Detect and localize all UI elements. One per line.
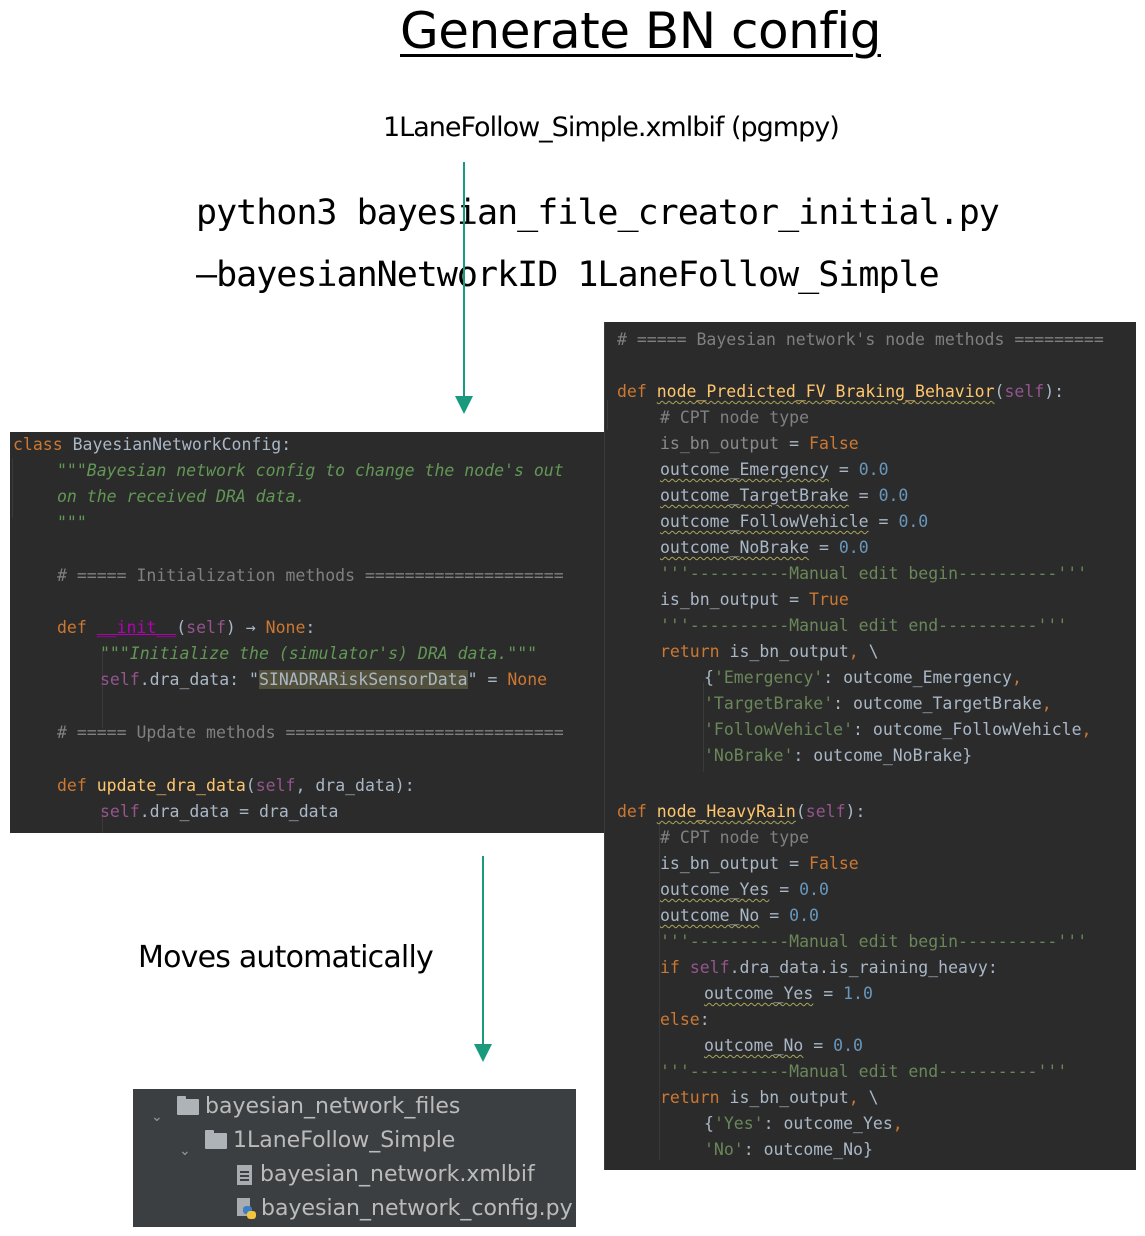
code-line: '''----------Manual edit begin----------… <box>660 932 1088 951</box>
tree-item-bayesian-network-config-py[interactable]: bayesian_network_config.py <box>237 1192 573 1226</box>
tree-item-label: 1LaneFollow_Simple <box>233 1128 456 1153</box>
code-line: is_bn_output = False <box>660 434 859 453</box>
code-line: {'Emergency': outcome_Emergency, <box>704 668 1022 687</box>
project-file-tree: ⌄ bayesian_network_files ⌄ 1LaneFollow_S… <box>133 1089 576 1227</box>
diagram-title: Generate BN config <box>400 2 882 60</box>
command-line-1: python3 bayesian_file_creator_initial.py <box>196 193 1000 233</box>
code-line: return is_bn_output, \ <box>660 642 879 661</box>
tree-item-label: bayesian_network_files <box>205 1094 461 1119</box>
code-line: outcome_Yes = 0.0 <box>660 880 829 899</box>
code-line: # ===== Initialization methods =========… <box>57 566 564 585</box>
code-line: """Initialize the (simulator's) DRA data… <box>100 644 538 663</box>
code-line: self.dra_data = dra_data <box>100 802 339 821</box>
code-line: def node_HeavyRain(self): <box>617 802 866 821</box>
code-line: """Bayesian network config to change the… <box>57 461 564 480</box>
code-line: '''----------Manual edit end----------''… <box>660 616 1068 635</box>
code-line: 'FollowVehicle': outcome_FollowVehicle, <box>704 720 1092 739</box>
code-line: self.dra_data: "SINADRARiskSensorData" =… <box>100 670 548 689</box>
code-line: class BayesianNetworkConfig: <box>13 435 292 454</box>
code-line: outcome_No = 0.0 <box>704 1036 863 1055</box>
tree-item-bayesian-network-files[interactable]: ⌄ bayesian_network_files <box>151 1090 461 1125</box>
code-line: def update_dra_data(self, dra_data): <box>57 776 415 795</box>
code-line: '''----------Manual edit begin----------… <box>660 564 1088 583</box>
code-line: 'NoBrake': outcome_NoBrake} <box>704 746 973 765</box>
arrow-head <box>474 1044 492 1062</box>
arrow-shaft <box>482 856 484 1046</box>
command-line-2: –bayesianNetworkID 1LaneFollow_Simple <box>196 255 940 295</box>
code-line: 'TargetBrake': outcome_TargetBrake, <box>704 694 1052 713</box>
arrow-shaft <box>463 162 465 398</box>
code-line: def __init__(self) → None: <box>57 618 316 637</box>
moves-automatically-label: Moves automatically <box>138 940 434 975</box>
code-line: else: <box>660 1010 710 1029</box>
code-line: outcome_Emergency = 0.0 <box>660 460 889 479</box>
code-line: is_bn_output = False <box>660 854 859 873</box>
code-line: outcome_No = 0.0 <box>660 906 819 925</box>
code-line: # CPT node type <box>660 828 810 847</box>
tree-item-label: bayesian_network.xmlbif <box>260 1162 535 1187</box>
code-line: 'No': outcome_No} <box>704 1140 873 1159</box>
code-line: """ <box>57 513 87 532</box>
code-line: outcome_FollowVehicle = 0.0 <box>660 512 929 531</box>
code-line: outcome_TargetBrake = 0.0 <box>660 486 909 505</box>
code-line: # CPT node type <box>660 408 810 427</box>
tree-item-label: bayesian_network_config.py <box>261 1196 573 1221</box>
code-line: # ===== Update methods =================… <box>57 723 564 742</box>
arrow-head <box>455 396 473 414</box>
code-line: '''----------Manual edit end----------''… <box>660 1062 1068 1081</box>
tree-item-1lanefollow-simple[interactable]: ⌄ 1LaneFollow_Simple <box>179 1124 456 1159</box>
folder-icon <box>177 1096 199 1115</box>
node-methods-code-panel: # ===== Bayesian network's node methods … <box>604 322 1136 1170</box>
tree-item-bayesian-network-xmlbif[interactable]: bayesian_network.xmlbif <box>237 1158 535 1192</box>
class-code-panel: class BayesianNetworkConfig: """Bayesian… <box>10 432 610 833</box>
code-line: if self.dra_data.is_raining_heavy: <box>660 958 998 977</box>
code-line: outcome_Yes = 1.0 <box>704 984 873 1003</box>
text-file-icon <box>237 1165 252 1185</box>
xmlbif-filename-label: 1LaneFollow_Simple.xmlbif (pgmpy) <box>383 112 840 143</box>
code-line: {'Yes': outcome_Yes, <box>704 1114 903 1133</box>
code-line: is_bn_output = True <box>660 590 849 609</box>
chevron-down-icon[interactable]: ⌄ <box>151 1100 165 1125</box>
python-file-icon <box>237 1198 257 1220</box>
code-line: on the received DRA data. <box>57 487 306 506</box>
code-line: return is_bn_output, \ <box>660 1088 879 1107</box>
section-comment: # ===== Bayesian network's node methods … <box>617 330 1104 349</box>
code-line: def node_Predicted_FV_Braking_Behavior(s… <box>617 382 1065 401</box>
chevron-down-icon[interactable]: ⌄ <box>179 1134 193 1159</box>
folder-icon <box>205 1130 227 1149</box>
code-line: outcome_NoBrake = 0.0 <box>660 538 869 557</box>
